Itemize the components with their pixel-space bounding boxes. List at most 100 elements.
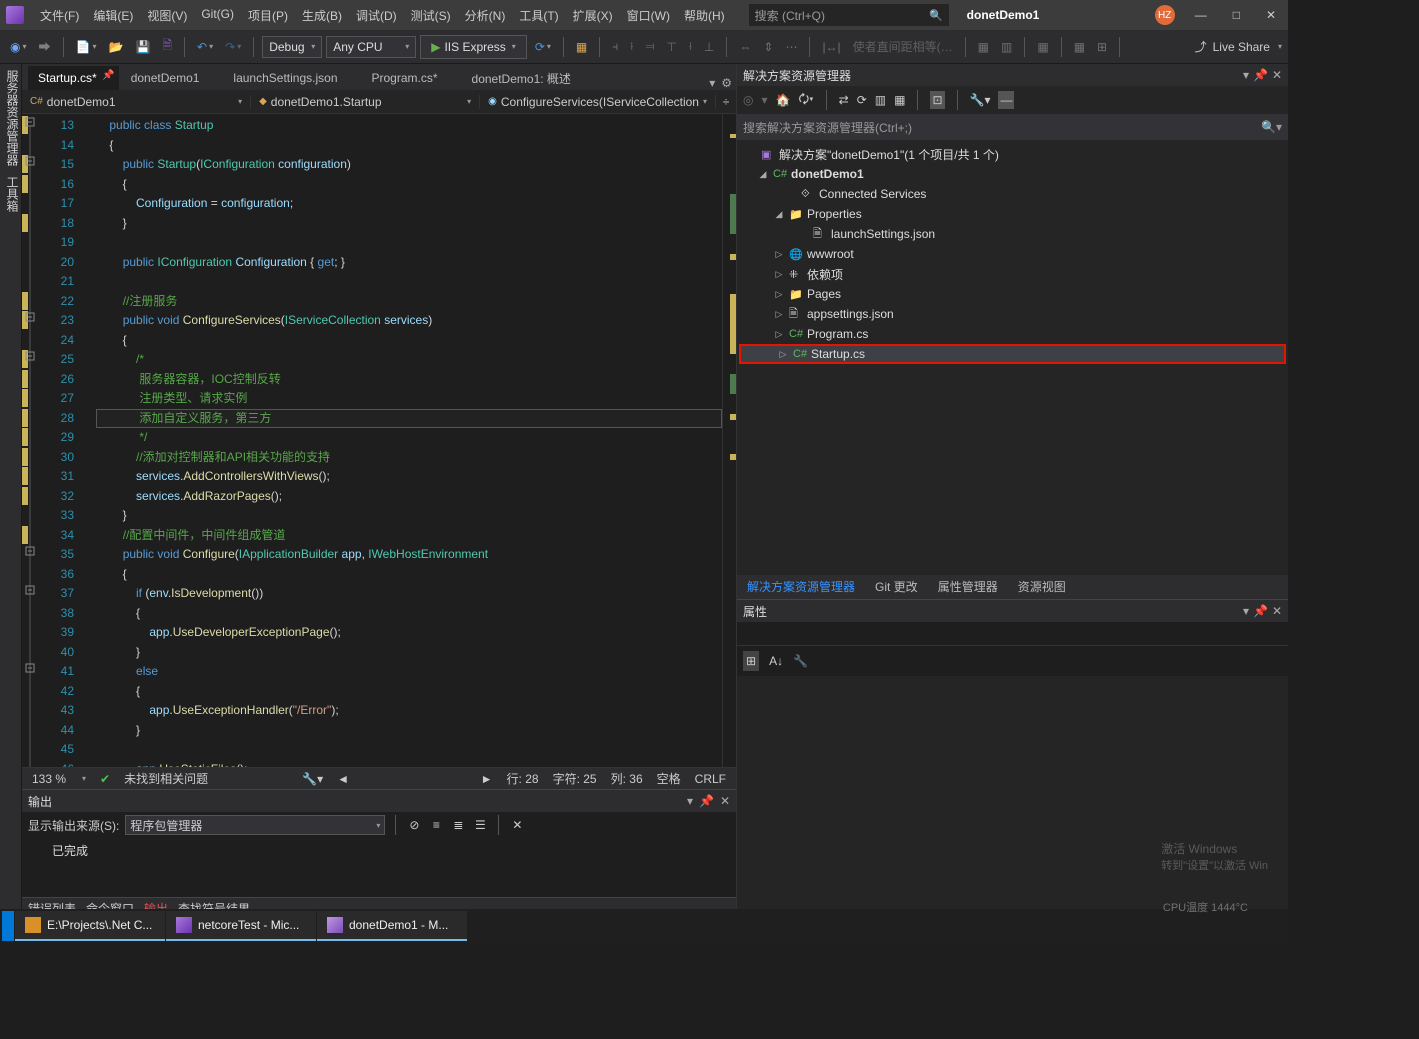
tree-connected-services[interactable]: ⟐Connected Services xyxy=(737,184,1288,204)
align-mid-icon[interactable]: ⟊ xyxy=(685,35,696,59)
grid-icon[interactable]: ▦ xyxy=(572,35,591,59)
tab-startup-cs[interactable]: Startup.cs*📌 xyxy=(28,66,119,90)
props-pin-icon[interactable]: 📌 xyxy=(1253,604,1268,618)
menu-git[interactable]: Git(G) xyxy=(195,4,240,27)
overview-ruler[interactable] xyxy=(722,114,736,767)
se-fwd-icon[interactable]: ▾ xyxy=(761,93,767,107)
menu-project[interactable]: 项目(P) xyxy=(242,4,294,27)
align-center-icon[interactable]: ⟊ xyxy=(626,35,637,59)
props-cat-icon[interactable]: ⊞ xyxy=(743,651,759,671)
code-editor[interactable]: 1314151617181920212223242526272829303132… xyxy=(22,114,736,767)
global-search[interactable]: 搜索 (Ctrl+Q) 🔍 xyxy=(749,4,949,26)
se-sync-icon[interactable]: 🗘▾ xyxy=(798,90,813,111)
menu-build[interactable]: 生成(B) xyxy=(296,4,348,27)
se-home-icon[interactable]: 🏠 xyxy=(776,93,791,107)
dist-v-icon[interactable]: ⇕ xyxy=(759,35,777,59)
tree-deps[interactable]: ▷⁜依赖项 xyxy=(737,264,1288,284)
run-button[interactable]: ▶IIS Express▾ xyxy=(420,35,527,59)
se-i3-icon[interactable]: ▥ xyxy=(875,93,886,107)
start-button[interactable] xyxy=(2,911,14,941)
se-i4-icon[interactable]: ▦ xyxy=(894,93,905,107)
tree-program[interactable]: ▷C#Program.cs xyxy=(737,324,1288,344)
se-i1-icon[interactable]: ⇄ xyxy=(839,93,849,107)
se-pin-icon[interactable]: 📌 xyxy=(1253,68,1268,82)
rtab-git[interactable]: Git 更改 xyxy=(865,574,928,599)
nav-class[interactable]: ◆donetDemo1.Startup▾ xyxy=(251,95,480,109)
align-bot-icon[interactable]: ⊥ xyxy=(700,35,718,59)
align-right-icon[interactable]: ⫤ xyxy=(641,35,658,59)
output-i5-icon[interactable]: ✕ xyxy=(509,817,525,833)
open-button[interactable]: 📂 xyxy=(104,35,127,59)
output-source-dropdown[interactable]: 程序包管理器▾ xyxy=(125,815,385,835)
menu-help[interactable]: 帮助(H) xyxy=(678,4,731,27)
menu-tools[interactable]: 工具(T) xyxy=(513,4,564,27)
menu-view[interactable]: 视图(V) xyxy=(141,4,193,27)
props-dropdown-icon[interactable]: ▾ xyxy=(1243,604,1249,618)
se-wrench-icon[interactable]: 🔧▾ xyxy=(970,93,991,107)
scroll-right[interactable]: ► xyxy=(481,772,493,786)
output-clear-icon[interactable]: ⊘ xyxy=(406,817,422,833)
minimize-button[interactable]: — xyxy=(1189,6,1213,24)
close-button[interactable]: ✕ xyxy=(1260,6,1282,24)
undo-button[interactable]: ↶▾ xyxy=(193,35,217,59)
se-show-all-icon[interactable]: ⊡ xyxy=(930,91,944,109)
misc2-icon[interactable]: ▥ xyxy=(997,35,1016,59)
se-refresh-icon[interactable]: ⟳ xyxy=(857,93,867,107)
menu-edit[interactable]: 编辑(E) xyxy=(87,4,139,27)
save-all-button[interactable]: 🗎 xyxy=(158,35,176,59)
server-explorer-tab[interactable]: 服务器资源管理器 xyxy=(0,70,21,166)
save-button[interactable]: 💾 xyxy=(131,35,154,59)
dist-h-icon[interactable]: ⇔ xyxy=(735,35,755,59)
pin-icon[interactable]: 📌 xyxy=(102,70,114,81)
tab-program-cs[interactable]: Program.cs* xyxy=(362,66,460,90)
tabs-dropdown-icon[interactable]: ▾ xyxy=(709,76,715,90)
zoom-level[interactable]: 133 % xyxy=(32,772,66,786)
tree-wwwroot[interactable]: ▷🌐wwwroot xyxy=(737,244,1288,264)
se-close-icon[interactable]: ✕ xyxy=(1272,68,1282,82)
new-project-button[interactable]: 📄▾ xyxy=(72,35,101,59)
nav-member[interactable]: ◉ConfigureServices(IServiceCollection▾ xyxy=(480,95,716,109)
tree-properties[interactable]: ◢📁Properties xyxy=(737,204,1288,224)
misc5-icon[interactable]: ⊞ xyxy=(1093,35,1111,59)
tab-donetdemo1[interactable]: donetDemo1 xyxy=(121,66,222,90)
output-pin-icon[interactable]: 📌 xyxy=(699,794,714,808)
spacing-icon[interactable]: |↔| xyxy=(818,35,844,59)
config-dropdown[interactable]: Debug▾ xyxy=(262,36,322,58)
props-close-icon[interactable]: ✕ xyxy=(1272,604,1282,618)
taskbar-explorer[interactable]: E:\Projects\.Net C... xyxy=(15,911,165,941)
liveshare-button[interactable]: ⤴Live Share▾ xyxy=(1195,38,1282,55)
screwdriver-icon[interactable]: 🔧▾ xyxy=(302,772,323,786)
tree-launchsettings[interactable]: 🗎launchSettings.json xyxy=(737,224,1288,244)
misc1-icon[interactable]: ▦ xyxy=(974,35,993,59)
nav-forward-button[interactable]: ⮕ xyxy=(35,35,55,59)
menu-extensions[interactable]: 扩展(X) xyxy=(567,4,619,27)
output-i4-icon[interactable]: ☰ xyxy=(472,817,488,833)
output-i3-icon[interactable]: ≣ xyxy=(450,817,466,833)
menu-file[interactable]: 文件(F) xyxy=(34,4,85,27)
se-back-icon[interactable]: ◎ xyxy=(743,93,753,107)
nav-project[interactable]: C#donetDemo1▾ xyxy=(22,95,251,109)
misc4-icon[interactable]: ▦ xyxy=(1070,35,1089,59)
props-sort-icon[interactable]: A↓ xyxy=(769,654,783,668)
tab-launchsettings[interactable]: launchSettings.json xyxy=(223,66,359,90)
nav-back-button[interactable]: ◉▾ xyxy=(6,35,31,59)
align-left-icon[interactable]: ⫞ xyxy=(608,35,622,59)
se-i6-icon[interactable]: — xyxy=(998,91,1014,109)
output-close-icon[interactable]: ✕ xyxy=(720,794,730,808)
user-avatar[interactable]: HZ xyxy=(1155,5,1175,25)
rtab-resview[interactable]: 资源视图 xyxy=(1008,574,1076,599)
scroll-left[interactable]: ◄ xyxy=(337,772,349,786)
tree-project[interactable]: ◢C#donetDemo1 xyxy=(737,164,1288,184)
solution-search[interactable]: 搜索解决方案资源管理器(Ctrl+;)🔍▾ xyxy=(737,114,1288,140)
rtab-propmgr[interactable]: 属性管理器 xyxy=(928,574,1008,599)
menu-analyze[interactable]: 分析(N) xyxy=(459,4,512,27)
browser-refresh-button[interactable]: ⟳▾ xyxy=(531,35,555,59)
menu-window[interactable]: 窗口(W) xyxy=(621,4,676,27)
dist-icon[interactable]: ⋯ xyxy=(781,35,801,59)
tab-overview[interactable]: donetDemo1: 概述 xyxy=(462,66,593,90)
platform-dropdown[interactable]: Any CPU▾ xyxy=(326,36,416,58)
misc3-icon[interactable]: ▦ xyxy=(1033,35,1052,59)
tree-startup[interactable]: ▷C#Startup.cs xyxy=(739,344,1286,364)
toolbox-tab[interactable]: 工具箱 xyxy=(0,176,21,212)
tree-solution-root[interactable]: ▣解决方案"donetDemo1"(1 个项目/共 1 个) xyxy=(737,144,1288,164)
